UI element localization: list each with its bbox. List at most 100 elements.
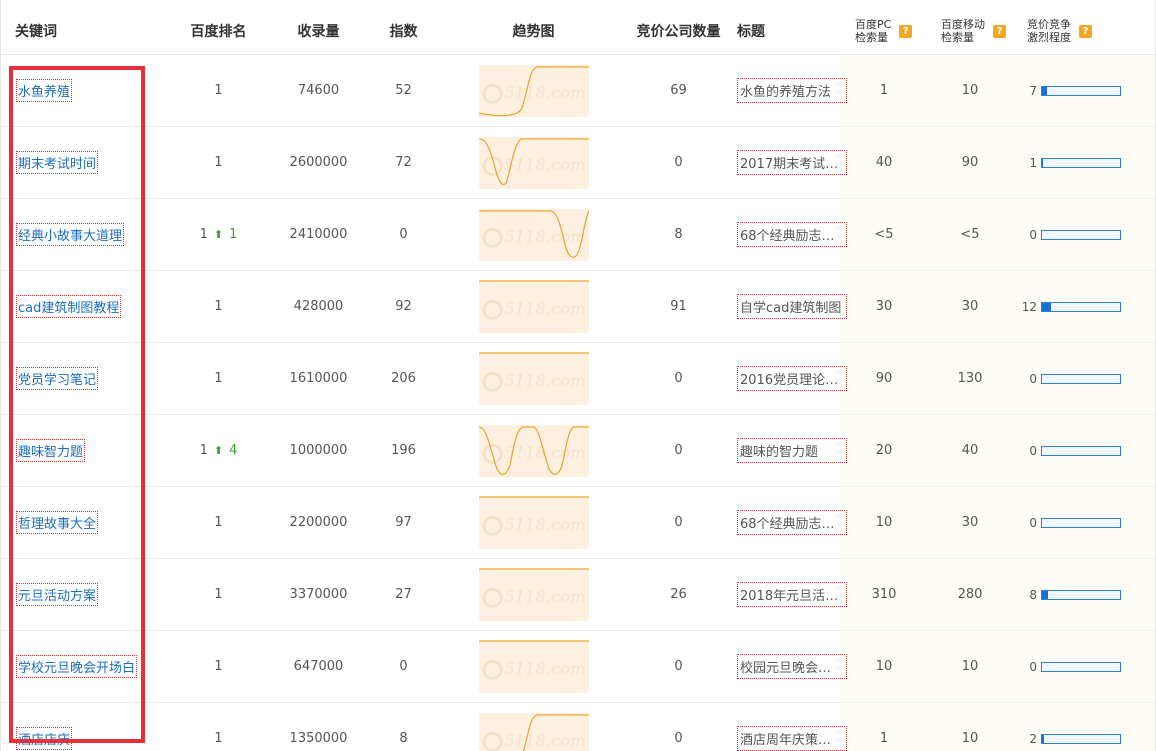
trend-sparkline[interactable]: 5118.com	[477, 279, 591, 334]
rank-value: 1	[214, 155, 223, 170]
competition-bar	[1041, 661, 1121, 672]
trend-cell[interactable]: 5118.com	[441, 630, 626, 703]
bid-companies-cell: 26	[626, 558, 731, 631]
mobile-search-cell: 90	[927, 126, 1013, 199]
keyword-link[interactable]: 经典小故事大道理	[16, 223, 125, 246]
header-competition[interactable]: 竞价竞争 激烈程度 ?	[1013, 8, 1155, 55]
trend-cell[interactable]: 5118.com	[441, 270, 626, 343]
indexed-cell: 2200000	[271, 486, 366, 559]
keyword-cell: 趣味智力题	[1, 414, 166, 487]
trend-cell[interactable]: 5118.com	[441, 486, 626, 559]
competition-value: 7	[1029, 83, 1037, 98]
trend-sparkline[interactable]: 5118.com	[477, 495, 591, 550]
trend-sparkline[interactable]: 5118.com	[477, 424, 591, 478]
trend-cell[interactable]: 5118.com	[441, 558, 626, 631]
trend-cell[interactable]: 5118.com	[441, 414, 626, 487]
trend-sparkline[interactable]: 5118.com	[477, 639, 591, 694]
competition-bar	[1041, 85, 1121, 96]
keyword-cell: 党员学习笔记	[1, 342, 166, 415]
title-text[interactable]: 2018年元旦活动方案	[737, 582, 847, 607]
title-text[interactable]: 2016党员理论学习笔记	[737, 366, 847, 391]
watermark-text: 5118.com	[504, 731, 585, 750]
title-text[interactable]: 趣味的智力题	[737, 438, 847, 463]
keyword-cell: 经典小故事大道理	[1, 198, 166, 271]
keyword-link[interactable]: 期末考试时间	[16, 151, 99, 174]
title-text[interactable]: 酒店周年庆策划方案	[737, 726, 847, 751]
header-index[interactable]: 指数	[366, 8, 441, 55]
trend-sparkline[interactable]: 5118.com	[477, 567, 591, 622]
trend-sparkline[interactable]: 5118.com	[477, 136, 591, 190]
pc-search-cell: 30	[841, 270, 927, 343]
rank-cell: 1	[166, 486, 271, 559]
rank-value: 1	[214, 83, 223, 98]
pc-search-cell: 20	[841, 414, 927, 487]
help-icon[interactable]: ?	[1079, 24, 1092, 38]
mobile-search-cell: 130	[927, 342, 1013, 415]
index-cell: 92	[366, 270, 441, 343]
header-indexed[interactable]: 收录量	[271, 8, 366, 55]
trend-sparkline[interactable]: 5118.com	[477, 351, 591, 406]
competition-bar-fill	[1042, 590, 1049, 599]
rank-cell: 1 ⬆ 1	[166, 198, 271, 271]
competition-bar	[1041, 229, 1121, 240]
pc-search-cell: 10	[841, 486, 927, 559]
trend-cell[interactable]: 5118.com	[441, 198, 626, 271]
keyword-cell: 酒店店庆	[1, 702, 166, 751]
rank-value: 1	[214, 515, 223, 530]
header-mobile-search-line2: 检索量	[941, 31, 974, 44]
header-baidu-rank[interactable]: 百度排名	[166, 8, 271, 55]
header-keyword[interactable]: 关键词	[1, 8, 166, 55]
help-icon[interactable]: ?	[993, 24, 1006, 38]
mobile-search-cell: 40	[927, 414, 1013, 487]
index-cell: 52	[366, 54, 441, 127]
indexed-cell: 1610000	[271, 342, 366, 415]
keyword-link[interactable]: 哲理故事大全	[16, 511, 99, 534]
competition-value: 0	[1029, 515, 1037, 530]
rank-value: 1	[214, 659, 223, 674]
title-text[interactable]: 68个经典励志小故事	[737, 222, 847, 247]
keyword-link[interactable]: 学校元旦晚会开场白	[16, 655, 138, 678]
trend-sparkline[interactable]: 5118.com	[477, 64, 591, 118]
mobile-search-cell: 10	[927, 702, 1013, 751]
competition-value: 0	[1029, 443, 1037, 458]
keyword-link[interactable]: cad建筑制图教程	[16, 295, 122, 318]
trend-sparkline[interactable]: 5118.com	[477, 712, 591, 751]
title-text[interactable]: 2017期末考试时间	[737, 150, 847, 175]
rank-cell: 1	[166, 342, 271, 415]
rank-value: 1	[214, 587, 223, 602]
competition-cell: 8	[1013, 558, 1155, 631]
trend-sparkline[interactable]: 5118.com	[477, 208, 591, 262]
header-bid-companies[interactable]: 竞价公司数量	[626, 8, 731, 55]
keyword-link[interactable]: 元旦活动方案	[16, 583, 99, 606]
header-mobile-search[interactable]: 百度移动 检索量 ?	[927, 8, 1013, 55]
title-text[interactable]: 水鱼的养殖方法	[737, 78, 847, 103]
table-row: cad建筑制图教程 1 428000 92 5118.com 91 自学cad建筑制图 30 3…	[1, 270, 1155, 343]
competition-value: 12	[1021, 299, 1037, 314]
keyword-link[interactable]: 党员学习笔记	[16, 367, 99, 390]
title-text[interactable]: 自学cad建筑制图	[737, 294, 847, 319]
trend-cell[interactable]: 5118.com	[441, 54, 626, 127]
watermark-text: 5118.com	[504, 299, 585, 318]
title-text[interactable]: 校园元旦晚会开场白	[737, 654, 847, 679]
header-pc-search[interactable]: 百度PC 检索量 ?	[841, 8, 927, 55]
indexed-cell: 647000	[271, 630, 366, 703]
trend-cell[interactable]: 5118.com	[441, 126, 626, 199]
title-text[interactable]: 68个经典励志小故事	[737, 510, 847, 535]
competition-bar	[1041, 589, 1121, 600]
keyword-link[interactable]: 水鱼养殖	[16, 79, 73, 102]
trend-cell[interactable]: 5118.com	[441, 342, 626, 415]
help-icon[interactable]: ?	[899, 24, 913, 38]
rank-cell: 1	[166, 270, 271, 343]
trend-cell[interactable]: 5118.com	[441, 702, 626, 751]
rank-value: 1	[199, 443, 208, 458]
indexed-cell: 2600000	[271, 126, 366, 199]
competition-value: 0	[1029, 659, 1037, 674]
keyword-link[interactable]: 酒店店庆	[16, 727, 73, 750]
indexed-cell: 74600	[271, 54, 366, 127]
rank-up-arrow-icon: ⬆	[213, 444, 224, 457]
rank-up-arrow-icon: ⬆	[213, 228, 224, 241]
keyword-link[interactable]: 趣味智力题	[16, 439, 86, 462]
table-row: 水鱼养殖 1 74600 52 5118.com 69 水鱼的养殖方法 1 10 7	[1, 54, 1155, 127]
index-cell: 27	[366, 558, 441, 631]
header-competition-line1: 竞价竞争	[1027, 18, 1071, 31]
